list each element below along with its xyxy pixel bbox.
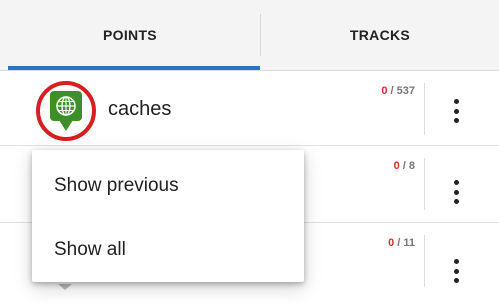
row-divider: [424, 158, 425, 210]
tab-bar: POINTS TRACKS: [0, 0, 499, 71]
menu-item-show-all[interactable]: Show all: [32, 220, 304, 280]
list-item-name: caches: [108, 98, 172, 120]
tab-points[interactable]: POINTS: [0, 0, 260, 70]
visible-count: 0 / 8: [394, 160, 415, 172]
menu-item-show-previous[interactable]: Show previous: [32, 156, 304, 216]
more-options-icon[interactable]: [449, 259, 463, 283]
total-count-value: 537: [396, 85, 415, 97]
more-options-icon[interactable]: [449, 180, 463, 204]
row-divider: [424, 83, 425, 135]
globe-icon: [56, 96, 76, 116]
list-item[interactable]: caches 0 / 537: [0, 71, 499, 146]
popup-menu: Show previous Show all: [32, 150, 304, 282]
visible-count: 0 / 537: [381, 85, 415, 97]
more-options-icon[interactable]: [449, 99, 463, 123]
visible-count: 0 / 11: [388, 237, 415, 249]
highlight-ring: [36, 81, 96, 141]
count-separator: /: [399, 160, 409, 172]
count-separator: /: [387, 85, 397, 97]
active-tab-indicator: [8, 66, 260, 70]
row-divider: [424, 235, 425, 287]
count-separator: /: [394, 237, 404, 249]
total-count-value: 8: [408, 160, 415, 172]
hidden-icon-tail: [58, 284, 72, 290]
geocache-globe-icon[interactable]: [50, 91, 82, 131]
tab-tracks[interactable]: TRACKS: [261, 0, 499, 70]
total-count-value: 11: [403, 237, 415, 249]
